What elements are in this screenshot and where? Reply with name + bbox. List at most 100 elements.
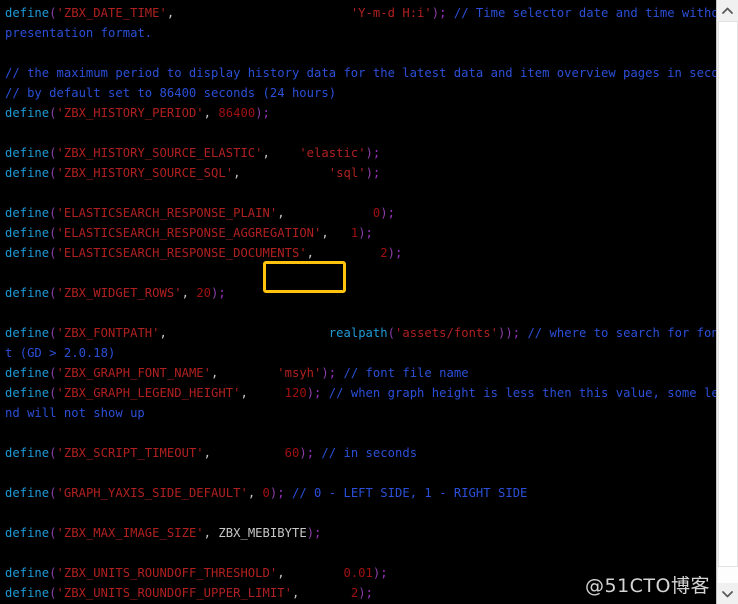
- code-token: ;: [512, 326, 521, 340]
- code-token: ,: [321, 226, 351, 240]
- code-token: ,: [211, 366, 278, 380]
- code-token: // Time selector date and time without s…: [453, 6, 716, 20]
- code-token: define: [5, 6, 50, 20]
- code-line: define('ELASTICSEARCH_RESPONSE_PLAIN', 0…: [5, 203, 716, 223]
- code-line: define('ZBX_HISTORY_SOURCE_SQL', 'sql');: [5, 163, 716, 183]
- code-token: (: [49, 6, 57, 20]
- code-token: ,: [233, 166, 329, 180]
- code-token: , ZBX_MEBIBYTE: [203, 526, 307, 540]
- code-token: define: [5, 166, 50, 180]
- code-token: 'ZBX_DATE_TIME': [56, 6, 167, 20]
- code-line: define('ZBX_SCRIPT_TIMEOUT', 60); // in …: [5, 443, 716, 463]
- code-token: ): [306, 386, 315, 400]
- code-token: // 0 - LEFT SIDE, 1 - RIGHT SIDE: [291, 486, 528, 500]
- code-token: ,: [166, 6, 351, 20]
- code-token: ;: [262, 106, 270, 120]
- code-token: define: [5, 326, 50, 340]
- code-token: 'ZBX_SCRIPT_TIMEOUT': [56, 446, 204, 460]
- terminal-code-view[interactable]: define('ZBX_DATE_TIME', 'Y-m-d H:i'); //…: [0, 0, 716, 604]
- code-token: ,: [181, 286, 197, 300]
- code-line: // by default set to 86400 seconds (24 h…: [5, 83, 716, 103]
- code-token: ;: [365, 226, 373, 240]
- code-token: ;: [314, 526, 322, 540]
- code-token: define: [5, 246, 50, 260]
- code-token: define: [5, 586, 50, 600]
- code-line: define('ZBX_WIDGET_ROWS', 20);: [5, 283, 716, 303]
- code-line: define('ZBX_MAX_IMAGE_SIZE', ZBX_MEBIBYT…: [5, 523, 716, 543]
- code-token: ,: [159, 326, 329, 340]
- code-token: 'Y-m-d H:i': [350, 6, 432, 20]
- code-token: define: [5, 226, 50, 240]
- code-token: define: [5, 446, 50, 460]
- code-token: ,: [203, 446, 285, 460]
- code-token: 20: [196, 286, 212, 300]
- code-token: // the maximum period to display history…: [5, 66, 716, 80]
- code-token: ;: [380, 566, 388, 580]
- code-token: (: [49, 106, 57, 120]
- code-token: // by default set to 86400 seconds (24 h…: [5, 86, 337, 100]
- code-token: ;: [306, 446, 315, 460]
- scrollbar-thumb[interactable]: [718, 21, 738, 567]
- code-line: define('ZBX_HISTORY_PERIOD', 86400);: [5, 103, 716, 123]
- code-token: 60: [284, 446, 300, 460]
- screenshot-root: define('ZBX_DATE_TIME', 'Y-m-d H:i'); //…: [0, 0, 738, 604]
- code-token: (: [49, 566, 57, 580]
- code-token: 'ZBX_FONTPATH': [56, 326, 160, 340]
- code-token: ): [306, 526, 315, 540]
- code-token: )): [498, 326, 513, 340]
- code-token: ,: [240, 386, 285, 400]
- code-token: (: [49, 586, 57, 600]
- code-lines-container: define('ZBX_DATE_TIME', 'Y-m-d H:i'); //…: [5, 3, 716, 604]
- code-token: 'ZBX_HISTORY_SOURCE_ELASTIC': [56, 146, 263, 160]
- watermark-label: @51CTO博客: [584, 575, 710, 597]
- code-token: ,: [203, 106, 219, 120]
- code-token: 'elastic': [299, 146, 366, 160]
- code-line: define('ZBX_DATE_TIME', 'Y-m-d H:i'); //…: [5, 3, 716, 23]
- code-token: ,: [306, 246, 381, 260]
- code-token: 'ZBX_WIDGET_ROWS': [56, 286, 182, 300]
- code-token: define: [5, 486, 50, 500]
- code-token: (: [49, 206, 57, 220]
- code-token: define: [5, 106, 50, 120]
- code-token: 'ZBX_MAX_IMAGE_SIZE': [56, 526, 204, 540]
- code-token: // when graph height is less then this v…: [328, 386, 716, 400]
- code-token: define: [5, 366, 50, 380]
- code-line: define('ZBX_GRAPH_LEGEND_HEIGHT', 120); …: [5, 383, 716, 403]
- code-token: 'ELASTICSEARCH_RESPONSE_DOCUMENTS': [56, 246, 307, 260]
- code-token: 'ZBX_UNITS_ROUNDOFF_THRESHOLD': [56, 566, 278, 580]
- code-line: define('ZBX_FONTPATH', realpath('assets/…: [5, 323, 716, 343]
- vertical-scrollbar[interactable]: [716, 0, 738, 604]
- code-line: define('ELASTICSEARCH_RESPONSE_AGGREGATI…: [5, 223, 716, 243]
- code-token: ): [387, 246, 395, 260]
- code-token: presentation format.: [5, 26, 153, 40]
- code-token: ;: [394, 246, 403, 260]
- code-token: 120: [284, 386, 307, 400]
- code-line: t (GD > 2.0.18): [5, 343, 716, 363]
- code-token: 'ZBX_HISTORY_SOURCE_SQL': [56, 166, 234, 180]
- scroll-up-arrow-icon[interactable]: [717, 0, 738, 21]
- code-token: define: [5, 526, 50, 540]
- code-token: ;: [387, 206, 395, 220]
- code-line: define('ZBX_HISTORY_SOURCE_ELASTIC', 'el…: [5, 143, 716, 163]
- scroll-down-arrow-icon[interactable]: [717, 583, 738, 604]
- code-token: (: [49, 366, 57, 380]
- code-token: ,: [291, 586, 351, 600]
- code-token: (: [49, 486, 57, 500]
- code-line: // the maximum period to display history…: [5, 63, 716, 83]
- code-line: define('ZBX_GRAPH_FONT_NAME', 'msyh'); /…: [5, 363, 716, 383]
- code-token: // in seconds: [321, 446, 418, 460]
- code-token: define: [5, 146, 50, 160]
- code-token: (: [49, 246, 57, 260]
- code-token: nd will not show up: [5, 406, 145, 420]
- code-token: (: [49, 166, 57, 180]
- code-token: 86400: [218, 106, 256, 120]
- code-token: 'ZBX_GRAPH_LEGEND_HEIGHT': [56, 386, 241, 400]
